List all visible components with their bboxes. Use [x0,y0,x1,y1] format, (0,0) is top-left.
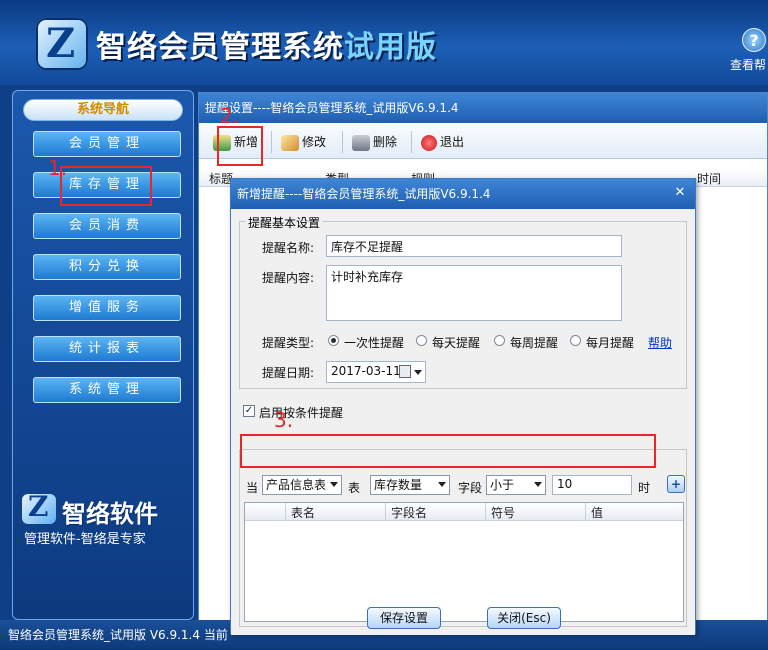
condition-table: 表名 字段名 符号 值 [244,502,684,622]
radio-weekly[interactable] [494,335,505,346]
reminder-date-picker[interactable]: 2017-03-11 [326,361,426,383]
basic-settings-group: 提醒基本设置 提醒名称: 库存不足提醒 提醒内容: 计时补充库存 提醒类型: 一… [239,214,687,389]
reminder-type-label: 提醒类型: [262,336,315,350]
reminder-name-input[interactable]: 库存不足提醒 [326,235,622,257]
brand-name: 智络软件 [62,500,158,528]
reminder-settings-title: 提醒设置----智络会员管理系统_试用版V6.9.1.4 [199,93,767,123]
nav-member-management[interactable]: 会员管理 [33,131,181,157]
nav-system-management[interactable]: 系统管理 [33,377,181,403]
radio-monthly[interactable] [570,335,581,346]
reminder-content-label: 提醒内容: [262,271,315,285]
close-dialog-button[interactable]: 关闭(Esc) [487,607,561,629]
add-condition-button[interactable]: + [667,475,685,493]
dialog-body: 提醒基本设置 提醒名称: 库存不足提醒 提醒内容: 计时补充库存 提醒类型: 一… [231,209,695,635]
column-divider [285,503,286,521]
dialog-titlebar: 新增提醒----智络会员管理系统_试用版V6.9.1.4 ✕ [231,179,695,209]
sidebar-header-label: 系统导航 [76,102,129,117]
condition-value-input[interactable]: 10 [552,475,632,495]
annotation-box-add [217,126,263,166]
toolbar-divider [411,131,412,153]
header-banner: Z 智络会员管理系统试用版 ? 查看帮 [0,0,768,85]
annotation-box-condition [240,434,656,468]
help-link-button[interactable]: 帮助 [648,334,672,351]
brand-area: Z 智络软件 管理软件-智络是专家 [22,490,192,550]
radio-once[interactable] [328,335,339,346]
brand-logo-icon: Z [22,490,56,524]
radio-monthly-label: 每月提醒 [586,336,635,350]
radio-weekly-label: 每周提醒 [510,336,559,350]
chevron-down-icon [438,482,446,487]
condition-table-header: 表名 字段名 符号 值 [245,503,683,521]
help-icon[interactable]: ? [742,28,766,52]
exit-button-label: 退出 [440,135,465,149]
reminder-date-label: 提醒日期: [262,366,315,380]
edit-button[interactable]: 修改 [281,131,326,153]
brand-slogan: 管理软件-智络是专家 [24,532,146,547]
annotation-number-2: 2. [220,104,240,128]
exit-icon [421,134,437,151]
edit-button-label: 修改 [302,135,327,149]
condition-operator-select[interactable]: 小于 [486,475,546,495]
reminder-name-label: 提醒名称: [262,241,315,255]
radio-once-label: 一次性提醒 [344,336,405,350]
column-field-name: 字段名 [391,506,428,520]
delete-button-label: 删除 [373,135,398,149]
app-title-trial: 试用版 [344,30,437,65]
chevron-down-icon[interactable] [414,370,422,375]
column-value: 值 [591,506,604,520]
sidebar-header: 系统导航 [23,99,183,121]
exit-button[interactable]: 退出 [421,131,464,153]
reminder-date-value: 2017-03-11 [331,364,401,378]
save-settings-button[interactable]: 保存设置 [367,607,441,629]
column-time: 时间 [697,172,722,186]
chevron-down-icon [534,482,542,487]
edit-pencil-icon [281,134,299,151]
logo-icon: Z [36,18,88,70]
calendar-icon[interactable] [399,365,411,378]
reminder-content-textarea[interactable]: 计时补充库存 [326,265,622,321]
delete-button[interactable]: 删除 [352,131,397,153]
annotation-box-inventory [60,166,152,206]
condition-group: 当 产品信息表 表 库存数量 字段 小于 10 时 + 表名 字段名 符号 值 [239,449,687,627]
nav-statistics-reports[interactable]: 统计报表 [33,336,181,362]
help-link[interactable]: 查看帮 [730,56,766,73]
condition-table-select[interactable]: 产品信息表 [262,475,342,495]
nav-member-consumption[interactable]: 会员消费 [33,213,181,239]
radio-daily[interactable] [416,335,427,346]
basic-settings-title: 提醒基本设置 [246,214,323,231]
nav-points-exchange[interactable]: 积分兑换 [33,254,181,280]
toolbar-divider [271,131,272,153]
add-reminder-dialog: 新增提醒----智络会员管理系统_试用版V6.9.1.4 ✕ 提醒基本设置 提醒… [230,178,696,635]
condition-suffix-label: 时 [638,481,651,495]
chevron-down-icon [330,482,338,487]
condition-field-value: 库存数量 [374,478,423,492]
reminder-toolbar: 新增 修改 删除 退出 [199,123,767,159]
app-title-main: 智络会员管理系统 [96,30,344,65]
column-table-name: 表名 [291,506,316,520]
condition-field-label: 字段 [458,481,483,495]
condition-field-select[interactable]: 库存数量 [370,475,450,495]
close-icon[interactable]: ✕ [671,185,689,201]
condition-table-value: 产品信息表 [266,478,327,492]
condition-table-label: 表 [348,481,361,495]
condition-operator-value: 小于 [490,478,515,492]
column-divider [585,503,586,521]
column-divider [385,503,386,521]
annotation-number-3: 3. [274,408,294,432]
radio-daily-label: 每天提醒 [432,336,481,350]
column-operator: 符号 [491,506,516,520]
app-title: 智络会员管理系统试用版 [96,22,437,66]
dialog-title: 新增提醒----智络会员管理系统_试用版V6.9.1.4 [237,187,491,201]
enable-condition-checkbox[interactable]: ✓ [243,405,255,417]
column-divider [485,503,486,521]
delete-database-icon [352,134,370,151]
toolbar-divider [342,131,343,153]
nav-value-added-services[interactable]: 增值服务 [33,295,181,321]
condition-when-label: 当 [246,481,259,495]
annotation-number-1: 1. [48,156,68,180]
enable-condition-label: 启用按条件提醒 [259,406,344,420]
app-window: Z 智络会员管理系统试用版 ? 查看帮 系统导航 会员管理 库存管理 会员消费 … [0,0,768,650]
